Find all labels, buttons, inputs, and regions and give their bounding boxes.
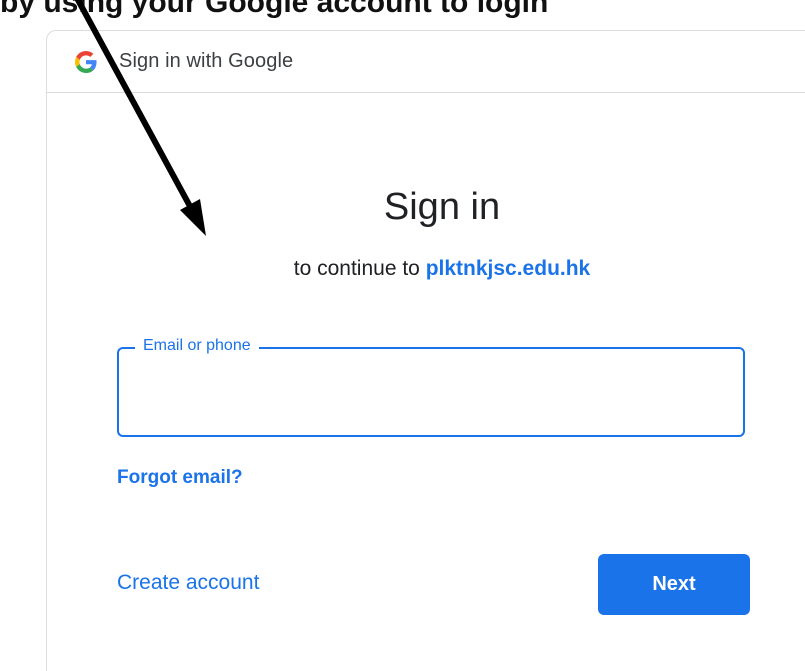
forgot-email-link[interactable]: Forgot email? bbox=[117, 467, 243, 489]
email-field[interactable]: Email or phone bbox=[117, 337, 745, 437]
subtitle-prefix: to continue to bbox=[293, 257, 426, 280]
next-button[interactable]: Next bbox=[598, 554, 750, 615]
google-signin-window: Sign in with Google Sign in to continue … bbox=[46, 30, 805, 671]
subtitle-domain: plktnkjsc.edu.hk bbox=[425, 257, 591, 280]
window-header: Sign in with Google bbox=[47, 31, 805, 93]
page-subtitle: to continue to plktnkjsc.edu.hk bbox=[47, 257, 805, 281]
annotation-caption: by using your Google account to login bbox=[0, 0, 549, 19]
page-title: Sign in bbox=[383, 186, 501, 228]
email-field-label: Email or phone bbox=[135, 337, 259, 355]
create-account-link[interactable]: Create account bbox=[117, 571, 259, 595]
email-input[interactable] bbox=[135, 377, 729, 415]
window-title: Sign in with Google bbox=[119, 50, 294, 72]
google-g-logo-icon bbox=[75, 50, 97, 73]
